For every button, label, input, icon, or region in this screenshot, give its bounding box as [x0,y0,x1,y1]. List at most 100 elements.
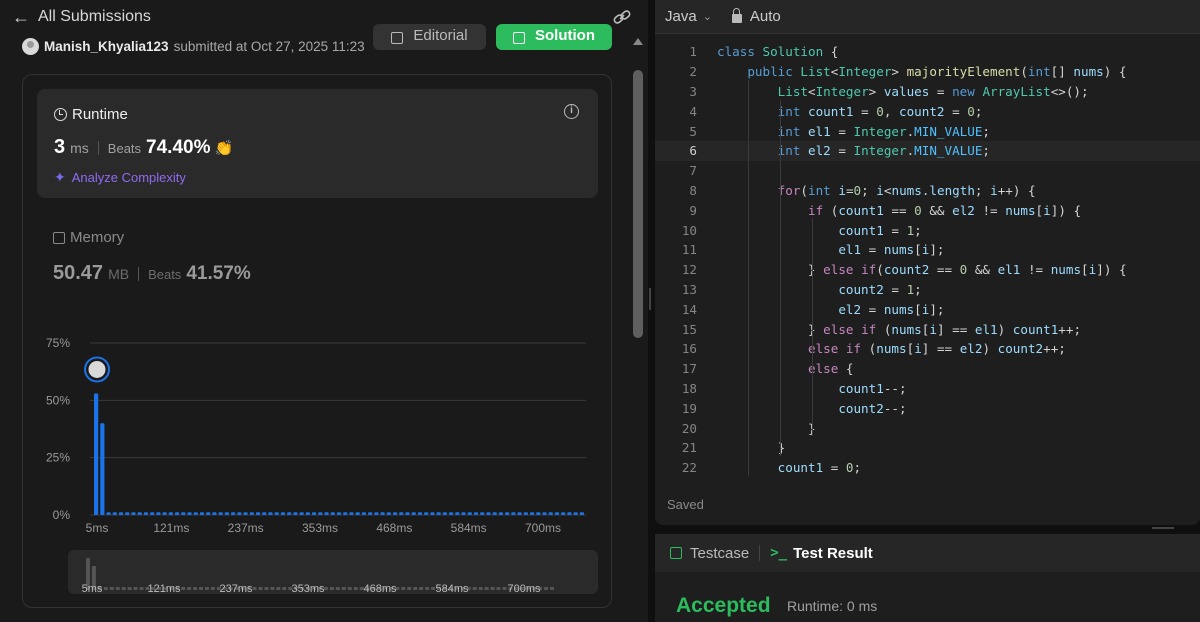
scroll-up-arrow-icon[interactable] [633,38,643,45]
tab-divider [759,545,761,561]
code-line[interactable]: 22 count1 = 0; [655,458,1200,478]
chart-bar [573,512,578,515]
runtime-distribution-chart[interactable]: 75% 50% 25% 0% 5ms 121ms 237ms 353ms 468ms 584ms 7… [40,330,600,540]
memory-title[interactable]: Memory [53,229,124,246]
back-arrow-icon[interactable]: ← [12,7,34,28]
editor-toolbar: Java ⌄ Auto [655,0,1200,34]
mini-chart-bar [478,587,483,590]
avatar[interactable] [22,38,39,55]
chart-bar [131,512,136,515]
code-line[interactable]: 16 else if (nums[i] == el2) count2++; [655,339,1200,359]
language-select[interactable]: Java ⌄ [665,8,712,25]
panel-divider[interactable] [648,0,655,622]
chart-bar [368,512,373,515]
line-number: 13 [681,281,697,297]
editorial-button[interactable]: Editorial [373,24,486,50]
y-tick-label: 25% [46,451,70,465]
line-number: 10 [681,222,697,238]
code-line[interactable]: 10 count1 = 1; [655,220,1200,240]
line-number: 7 [689,163,697,179]
vertical-resize-handle[interactable] [1152,527,1174,529]
solution-button[interactable]: Solution [496,24,612,50]
memory-unit: MB [108,266,130,282]
mini-tick-label: 5ms [82,583,103,594]
code-line[interactable]: 18 count1--; [655,379,1200,399]
mini-chart-bar [329,587,334,590]
auto-mode-toggle[interactable]: Auto [731,8,781,25]
code-line[interactable]: 8 for(int i=0; i<nums.length; i++) { [655,181,1200,201]
chart-bar [255,512,261,515]
share-link-icon[interactable] [612,8,632,26]
code-line[interactable]: 13 count2 = 1; [655,280,1200,300]
mini-chart-bar [550,587,554,590]
chart-bar [480,512,485,515]
code-line[interactable]: 6 int el2 = Integer.MIN_VALUE; [655,140,1200,161]
code-line[interactable]: 7 [655,161,1200,181]
analyze-complexity-link[interactable]: ✦ Analyze Complexity [54,169,186,186]
username[interactable]: Manish_Khyalia123 [44,39,169,54]
code-line[interactable]: 14 el2 = nums[i]; [655,299,1200,319]
tab-testcase-label: Testcase [690,544,750,562]
chart-bar [218,512,223,515]
chart-bar [424,512,429,515]
code-editor[interactable]: Java ⌄ Auto 1 class Solution {2 public Li… [655,0,1200,525]
code-line[interactable]: 4 int count1 = 0, count2 = 0; [655,101,1200,121]
x-tick-label: 353ms [302,521,338,535]
line-number: 17 [681,361,697,377]
runtime-beats-label: Beats [107,141,142,156]
code-line[interactable]: 15 } else if (nums[i] == el1) count1++; [655,319,1200,339]
runtime-card[interactable]: Runtime i 3 ms Beats 74.40% 👏 ✦ Analyze … [37,89,598,198]
all-submissions-link[interactable]: All Submissions [38,8,151,26]
chart-bar [561,512,566,515]
mini-chart-bar [472,587,477,590]
chart-bar [498,512,504,515]
code-text: } else if(count2 == 0 && el1 != nums[i])… [717,262,1127,278]
chart-bar [505,512,510,515]
code-text: } [717,420,816,436]
chart-bar [287,512,292,515]
chart-bar [399,512,404,515]
code-area[interactable]: 1 class Solution {2 public List<Integer> … [655,42,1200,478]
chart-bar [405,512,410,515]
code-line[interactable]: 17 else { [655,359,1200,379]
code-line[interactable]: 2 public List<Integer> majorityElement(i… [655,62,1200,82]
chart-bar [392,512,398,515]
code-line[interactable]: 1 class Solution { [655,42,1200,62]
code-line[interactable]: 9 if (count1 == 0 && el2 != nums[i]) { [655,200,1200,220]
editorial-label: Editorial [413,27,468,44]
mini-chart-bar [127,587,132,590]
edit-icon [513,32,525,44]
chart-range-selector[interactable]: 5ms 121ms 237ms 353ms 468ms 584ms 700ms [68,550,598,594]
code-line[interactable]: 12 } else if(count2 == 0 && el1 != nums[… [655,260,1200,280]
chart-bar [579,512,584,515]
chart-bar [417,512,423,515]
chart-bar [162,512,167,515]
code-text: List<Integer> values = new ArrayList<>()… [717,83,1089,99]
line-number: 18 [681,380,697,396]
code-line[interactable]: 11 el1 = nums[i]; [655,240,1200,260]
code-line[interactable]: 19 count2--; [655,398,1200,418]
code-line[interactable]: 20 } [655,418,1200,438]
mini-chart-bar [407,587,412,590]
scrollbar-thumb[interactable] [633,70,643,338]
code-line[interactable]: 3 List<Integer> values = new ArrayList<>… [655,82,1200,102]
code-text: } [717,440,786,456]
resize-handle[interactable] [649,288,651,310]
x-tick-label: 121ms [153,521,189,535]
mini-chart-bar [133,587,138,590]
code-line[interactable]: 21 } [655,438,1200,458]
clock-icon [54,108,67,121]
code-line[interactable]: 5 int el1 = Integer.MIN_VALUE; [655,121,1200,141]
chart-bar [274,512,279,515]
mini-chart-bar [270,587,275,590]
tab-test-result[interactable]: >_ Test Result [770,545,873,562]
tab-testcase[interactable]: Testcase [670,545,749,562]
info-icon[interactable]: i [564,104,579,119]
test-result-panel: Testcase >_ Test Result Accepted Runtime… [655,534,1200,622]
chart-bar [280,512,286,515]
mini-tick-label: 121ms [147,583,181,594]
mini-chart-bar [347,587,352,590]
line-number: 11 [681,242,697,258]
chart-bar [349,512,354,515]
submission-panel: ← All Submissions Editorial Solution Man… [0,0,648,622]
